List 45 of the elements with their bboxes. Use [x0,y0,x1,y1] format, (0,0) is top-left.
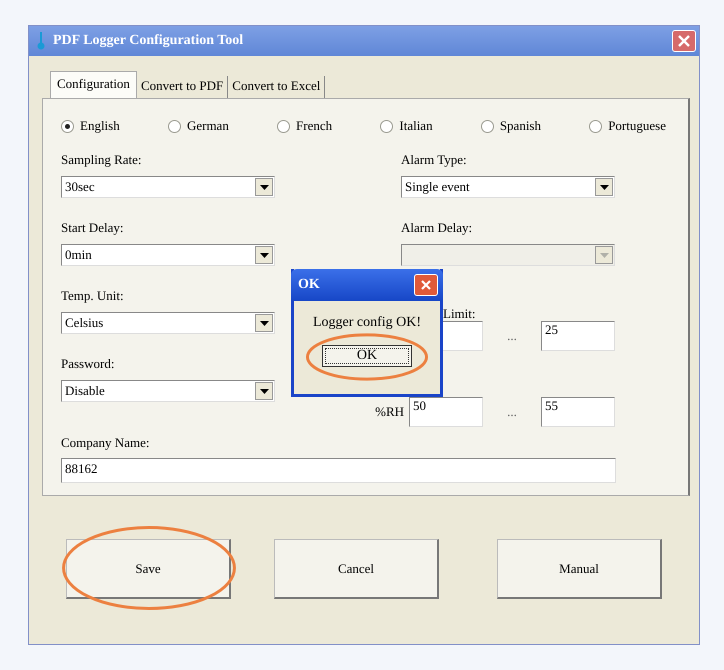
dropdown-field[interactable]: Celsius [61,312,275,334]
action-button[interactable]: Manual [497,539,662,599]
action-button[interactable]: Cancel [274,539,439,599]
field-label: Temp. Unit: [61,288,124,305]
number-field[interactable]: 50 [409,397,483,427]
radio-button[interactable] [589,120,602,132]
language-radio[interactable]: French [277,118,332,134]
language-radio[interactable]: Italian [380,118,433,134]
dropdown-field[interactable]: 0min [61,244,275,266]
action-button[interactable]: Save [66,539,231,599]
radio-button[interactable] [380,120,394,132]
unit-label: %RH [375,404,404,419]
radio-button[interactable] [61,120,74,132]
field-label: Start Delay: [61,220,124,237]
thermometer-icon [37,32,45,50]
field-label: Sampling Rate: [61,152,142,169]
window-title: PDF Logger Configuration Tool [53,33,244,49]
number-field[interactable]: 55 [541,397,615,427]
field-label: Company Name: [61,435,150,452]
dropdown-field[interactable]: Single event [401,176,615,198]
language-radio[interactable]: German [168,118,229,134]
close-button[interactable] [672,30,696,52]
range-separator: ... [506,328,518,344]
dialog-title: OK [298,277,320,293]
range-separator: ... [506,404,518,420]
dialog-message: Logger config OK! [312,315,422,331]
field-label: Alarm Type: [401,152,467,169]
number-field[interactable]: 25 [541,321,615,351]
close-icon [420,279,432,291]
tab[interactable]: Configuration [50,71,137,98]
close-icon [677,34,691,48]
field-label: Password: [61,356,114,373]
language-radio[interactable]: Portuguese [589,118,666,134]
radio-button[interactable] [480,120,494,132]
radio-button[interactable] [168,120,181,132]
language-radio[interactable]: Spanish [480,118,541,134]
dropdown-field[interactable]: Disable [61,380,275,402]
field-label: Alarm Delay: [401,220,472,237]
field-label: Limit: [443,306,476,323]
radio-button[interactable] [277,120,290,132]
dropdown-field[interactable]: 30sec [61,176,275,198]
text-field[interactable]: 88162 [61,458,616,483]
language-radio[interactable]: English [61,118,120,134]
close-button[interactable] [414,274,438,296]
ok-button[interactable]: OK [322,345,412,367]
